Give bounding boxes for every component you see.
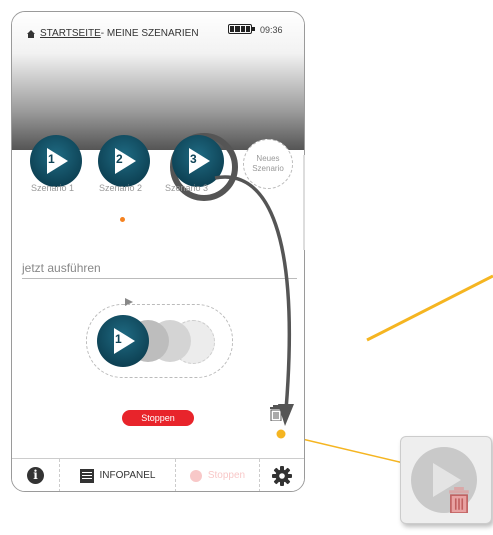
zoom-callout xyxy=(400,436,492,524)
trash-icon xyxy=(449,487,469,513)
